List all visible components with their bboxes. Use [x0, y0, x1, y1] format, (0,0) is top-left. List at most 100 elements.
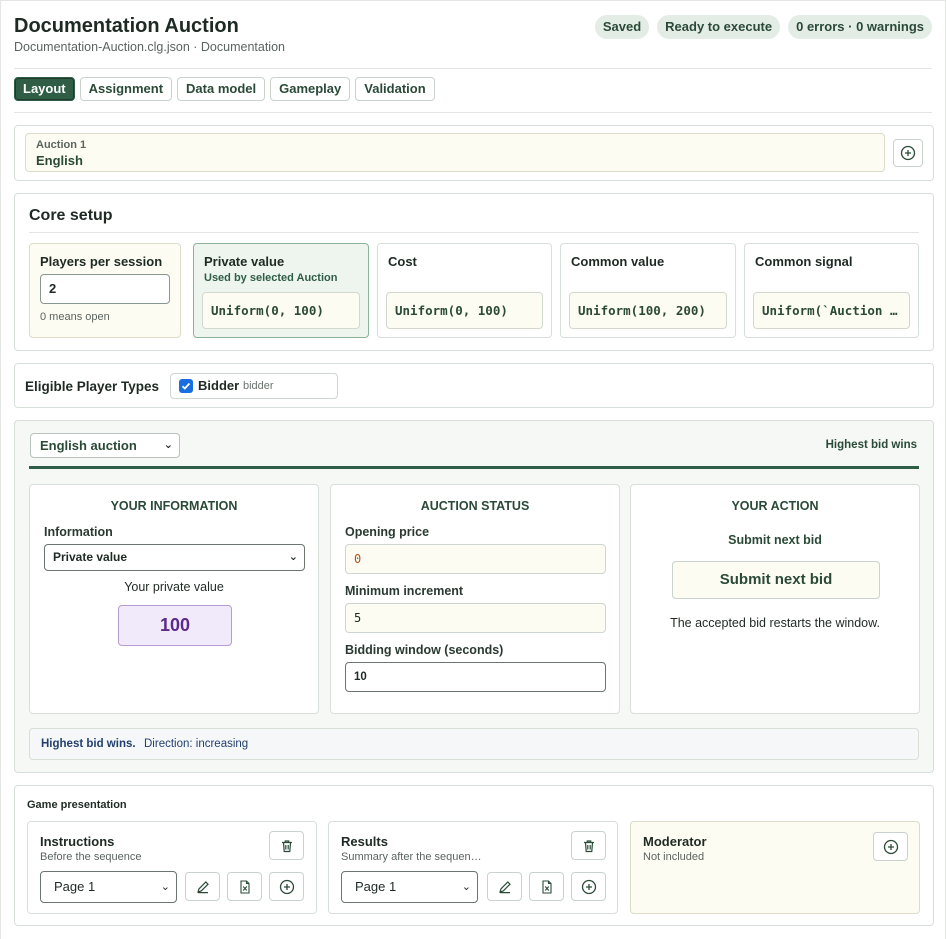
private-value-card[interactable]: Private value Used by selected Auction U… [193, 243, 369, 338]
tab-gameplay[interactable]: Gameplay [270, 77, 351, 101]
validation-badge: 0 errors · 0 warnings [788, 15, 932, 39]
results-page-selected: Page 1 [355, 879, 397, 894]
win-rule: Highest bid wins [825, 439, 917, 451]
bidding-window-label: Bidding window (seconds) [345, 643, 504, 657]
auction-status-heading: AUCTION STATUS [420, 499, 530, 513]
instructions-card: Instructions Before the sequence Page 1 … [27, 821, 317, 914]
private-value-label: Your private value [124, 580, 224, 594]
delete-results-button[interactable] [571, 831, 606, 860]
instructions-subtitle: Before the sequence [40, 851, 142, 863]
information-label: Information [44, 525, 113, 539]
mechanism-select[interactable]: English auction ⌄ [30, 433, 180, 458]
private-value-display: 100 [118, 605, 232, 646]
moderator-subtitle: Not included [643, 851, 705, 863]
players-input[interactable]: 2 [40, 274, 170, 304]
opening-price-field: 0 [345, 544, 606, 574]
pencil-icon [498, 880, 511, 893]
tab-validation[interactable]: Validation [355, 77, 435, 101]
tab-layout[interactable]: Layout [14, 77, 75, 101]
cost-distribution[interactable]: Uniform(0, 100) [386, 292, 543, 329]
core-setup-title: Core setup [29, 207, 113, 224]
chevron-down-icon: ⌄ [163, 439, 173, 451]
bidder-checkbox[interactable] [179, 379, 193, 393]
rule-summary: Highest bid wins. Direction: increasing [29, 728, 919, 760]
your-action-subheading: Submit next bid [728, 533, 822, 547]
trash-icon [583, 839, 594, 852]
bidding-window-input[interactable]: 10 [345, 662, 606, 692]
cost-card[interactable]: Cost Uniform(0, 100) [377, 243, 552, 338]
private-value-title: Private value [204, 254, 285, 269]
pencil-icon [196, 880, 209, 893]
chevron-down-icon: ⌄ [288, 551, 298, 563]
delete-instructions-button[interactable] [269, 831, 304, 860]
instructions-title: Instructions [40, 834, 115, 849]
chevron-down-icon: ⌄ [461, 881, 471, 893]
export-instructions-button[interactable] [227, 872, 262, 901]
plus-circle-icon [900, 145, 916, 161]
your-information-panel: YOUR INFORMATION Information Private val… [29, 484, 319, 714]
add-results-page-button[interactable] [571, 872, 606, 901]
tab-assignment[interactable]: Assignment [79, 77, 173, 101]
common-signal-distribution[interactable]: Uniform(`Auction c… [753, 292, 910, 329]
auction-bar: Auction 1 English [14, 125, 934, 181]
cost-title: Cost [388, 254, 417, 269]
game-presentation-section: Game presentation Instructions Before th… [14, 785, 934, 926]
private-value-subtitle: Used by selected Auction [204, 272, 338, 284]
mechanism-selected: English auction [40, 438, 137, 453]
players-card: Players per session 2 0 means open [29, 243, 181, 338]
common-value-card[interactable]: Common value Uniform(100, 200) [560, 243, 736, 338]
common-signal-card[interactable]: Common signal Uniform(`Auction c… [744, 243, 919, 338]
tab-bar: Layout Assignment Data model Gameplay Va… [14, 77, 932, 113]
export-results-button[interactable] [529, 872, 564, 901]
player-type-id: bidder [243, 380, 274, 392]
chevron-down-icon: ⌄ [160, 881, 170, 893]
your-action-heading: YOUR ACTION [731, 499, 819, 513]
edit-instructions-button[interactable] [185, 872, 220, 901]
information-selected: Private value [53, 550, 128, 564]
moderator-card: Moderator Not included [630, 821, 920, 914]
results-page-select[interactable]: Page 1 ⌄ [341, 871, 478, 903]
core-setup-section: Core setup Players per session 2 0 means… [14, 193, 934, 351]
divider [29, 232, 919, 233]
common-value-distribution[interactable]: Uniform(100, 200) [569, 292, 727, 329]
private-value-distribution[interactable]: Uniform(0, 100) [202, 292, 360, 329]
check-icon [181, 382, 191, 390]
saved-badge: Saved [594, 15, 650, 39]
add-instructions-page-button[interactable] [269, 872, 304, 901]
results-subtitle: Summary after the sequen… [341, 851, 482, 863]
your-action-panel: YOUR ACTION Submit next bid Submit next … [630, 484, 920, 714]
information-select[interactable]: Private value ⌄ [44, 544, 305, 571]
submit-bid-button[interactable]: Submit next bid [672, 561, 880, 599]
your-information-heading: YOUR INFORMATION [110, 499, 238, 513]
plus-circle-icon [279, 879, 294, 894]
player-type-chip[interactable]: Bidder bidder [170, 373, 338, 399]
instructions-page-selected: Page 1 [54, 879, 96, 894]
eligible-player-types: Eligible Player Types Bidder bidder [14, 363, 934, 408]
edit-results-button[interactable] [487, 872, 522, 901]
game-presentation-title: Game presentation [27, 799, 127, 811]
players-hint: 0 means open [40, 311, 110, 323]
plus-circle-icon [883, 839, 898, 854]
spreadsheet-file-icon [541, 879, 552, 894]
file-path: Documentation-Auction.clg.json · Documen… [14, 40, 285, 54]
add-auction-button[interactable] [893, 139, 923, 167]
accent-divider [29, 466, 919, 469]
auction-item-type: English [36, 153, 83, 168]
action-note: The accepted bid restarts the window. [670, 616, 880, 630]
common-signal-title: Common signal [755, 254, 853, 269]
auction-item-label: Auction 1 [36, 139, 87, 151]
common-value-title: Common value [571, 254, 665, 269]
rule-summary-bold: Highest bid wins. [41, 738, 136, 750]
header: Documentation Auction Documentation-Auct… [14, 13, 932, 69]
add-moderator-button[interactable] [873, 832, 908, 861]
results-title: Results [341, 834, 388, 849]
instructions-page-select[interactable]: Page 1 ⌄ [40, 871, 177, 903]
tab-data-model[interactable]: Data model [177, 77, 266, 101]
auction-item[interactable]: Auction 1 English [25, 133, 885, 172]
minimum-increment-field: 5 [345, 603, 606, 633]
opening-price-label: Opening price [345, 525, 430, 539]
gameplay-preview: English auction ⌄ Highest bid wins YOUR … [14, 420, 934, 773]
trash-icon [281, 839, 292, 852]
players-title: Players per session [40, 254, 163, 269]
ready-badge: Ready to execute [657, 15, 781, 39]
